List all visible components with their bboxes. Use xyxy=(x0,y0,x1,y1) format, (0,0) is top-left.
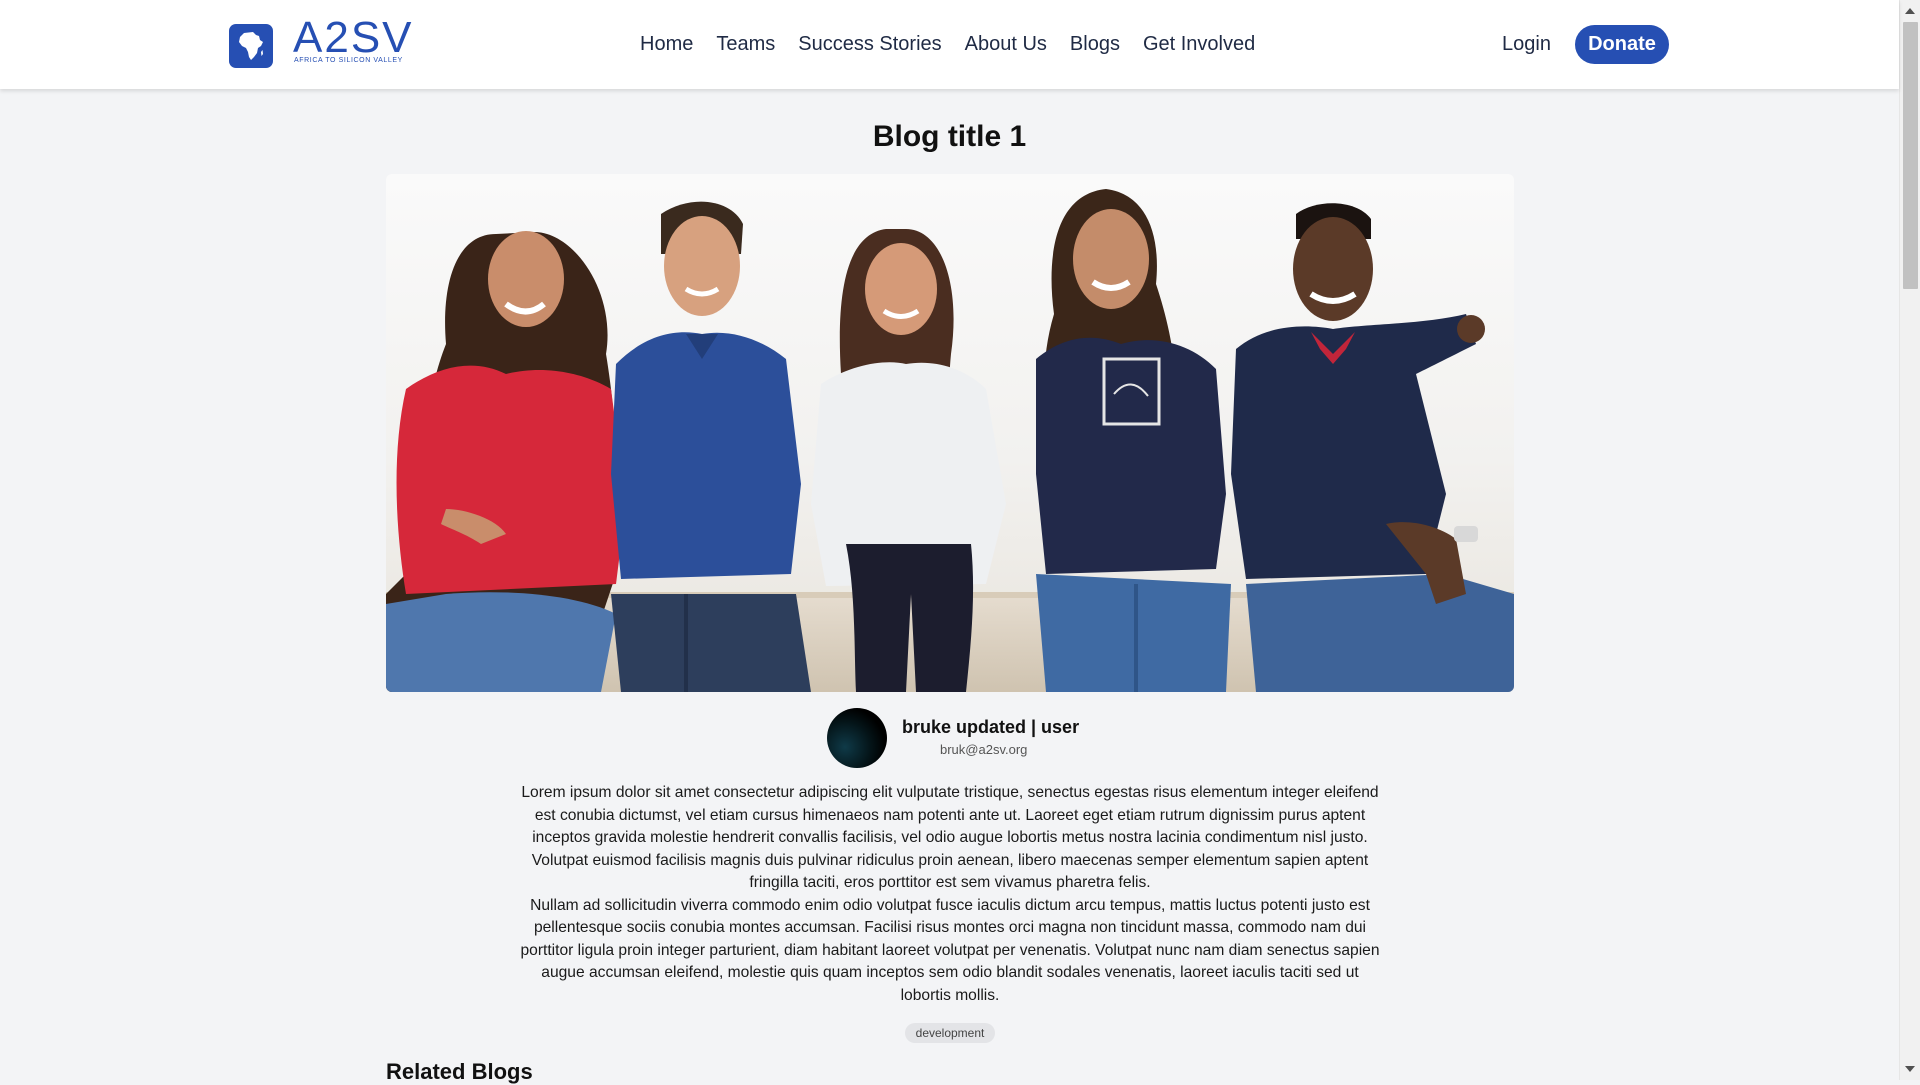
author-avatar xyxy=(827,708,887,768)
nav-link-home[interactable]: Home xyxy=(640,31,693,57)
nav-link-get-involved[interactable]: Get Involved xyxy=(1143,31,1255,57)
login-link[interactable]: Login xyxy=(1502,31,1551,57)
page-scrollbar[interactable] xyxy=(1899,0,1920,1080)
blog-paragraph: Nullam ad sollicitudin viverra commodo e… xyxy=(520,896,1380,1004)
logo-wordmark[interactable]: A2SV xyxy=(293,16,414,60)
author-name: bruke updated | user xyxy=(902,717,1080,737)
nav-link-teams[interactable]: Teams xyxy=(716,31,775,57)
blog-paragraph: Lorem ipsum dolor sit amet consectetur a… xyxy=(521,784,1379,891)
blog-tag[interactable]: development xyxy=(905,1023,995,1043)
africa-logo-icon[interactable] xyxy=(229,24,273,68)
nav-link-success-stories[interactable]: Success Stories xyxy=(798,31,941,57)
blog-hero-image xyxy=(386,174,1514,692)
donate-button[interactable]: Donate xyxy=(1575,25,1669,64)
scrollbar-thumb[interactable] xyxy=(1903,22,1918,289)
scroll-down-arrow-icon[interactable] xyxy=(1905,1066,1915,1072)
blog-body: Lorem ipsum dolor sit amet consectetur a… xyxy=(520,782,1380,1007)
logo-tagline: AFRICA TO SILICON VALLEY xyxy=(294,57,403,64)
blog-title: Blog title 1 xyxy=(872,120,1027,153)
scroll-up-arrow-icon[interactable] xyxy=(1905,8,1915,14)
author-email: bruk@a2sv.org xyxy=(940,742,1028,757)
top-navbar: A2SV AFRICA TO SILICON VALLEY Home Teams… xyxy=(0,0,1899,89)
related-blogs-heading: Related Blogs xyxy=(386,1059,533,1084)
main-nav: Home Teams Success Stories About Us Blog… xyxy=(640,31,1255,57)
nav-link-blogs[interactable]: Blogs xyxy=(1070,31,1120,57)
nav-link-about-us[interactable]: About Us xyxy=(965,31,1047,57)
